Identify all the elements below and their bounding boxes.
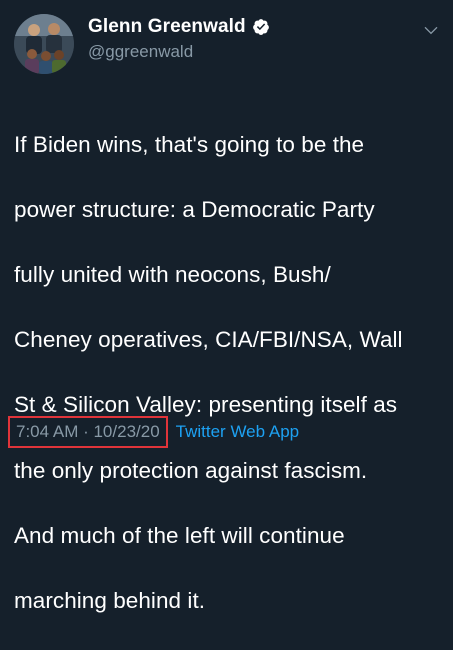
tweet-text-line: Cheney operatives, CIA/FBI/NSA, Wall: [14, 327, 403, 353]
author-name-row: Glenn Greenwald: [88, 16, 270, 38]
tweet-source-link[interactable]: Twitter Web App: [176, 422, 299, 442]
author-handle[interactable]: @ggreenwald: [88, 42, 193, 62]
tweet-text-line: And much of the left will continue: [14, 522, 345, 548]
verified-badge-icon: [252, 19, 269, 35]
avatar-photo: [14, 14, 74, 74]
tweet-text-line: fully united with neocons, Bush/: [14, 261, 331, 287]
tweet-text: If Biden wins, that's going to be the po…: [14, 96, 442, 650]
author-display-name[interactable]: Glenn Greenwald: [88, 16, 246, 38]
timestamp-highlight-box: 7:04 AM · 10/23/20: [8, 416, 168, 448]
tweet-text-line: If Biden wins, that's going to be the: [14, 131, 365, 157]
avatar[interactable]: [14, 14, 74, 74]
tweet-meta: 7:04 AM · 10/23/20 Twitter Web App: [8, 416, 299, 448]
tweet-text-line: marching behind it.: [14, 587, 206, 613]
chevron-down-icon[interactable]: [423, 22, 439, 38]
tweet-text-line: power structure: a Democratic Party: [14, 196, 375, 222]
tweet-timestamp[interactable]: 7:04 AM · 10/23/20: [16, 422, 160, 442]
tweet-text-line: the only protection against fascism.: [14, 457, 368, 483]
tweet-card: Glenn Greenwald @ggreenwald If Biden win…: [0, 0, 453, 613]
